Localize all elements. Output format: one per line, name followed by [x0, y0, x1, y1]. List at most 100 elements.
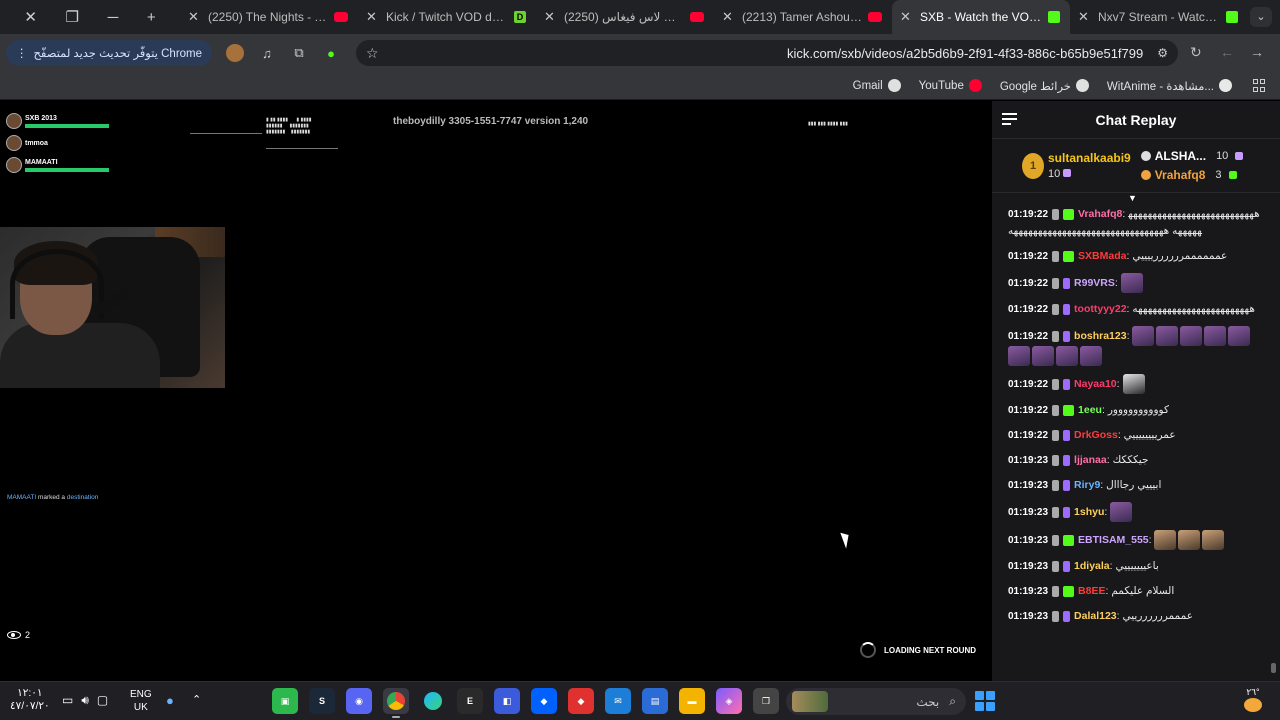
- bookmark-1[interactable]: YouTube: [919, 79, 982, 92]
- extensions-icon[interactable]: ⧉: [290, 44, 308, 62]
- chevron-up-icon[interactable]: ⌃: [192, 693, 201, 706]
- gift-badge-icon: [1063, 534, 1075, 546]
- spectator-count: 2: [7, 630, 30, 640]
- rank-badge-icon: [1140, 151, 1151, 161]
- scroll-arrow-icon[interactable]: ▼: [1128, 193, 1138, 203]
- windows-start-icon[interactable]: [975, 691, 995, 711]
- message-username[interactable]: EBTISAM_555: [1078, 534, 1149, 546]
- copilot-icon[interactable]: ◈: [716, 688, 742, 714]
- mail-icon[interactable]: ✉: [605, 688, 631, 714]
- message-username[interactable]: Riry9: [1074, 479, 1100, 491]
- message-username[interactable]: 1diyala: [1074, 560, 1110, 572]
- message-username[interactable]: Nayaa10: [1074, 378, 1117, 390]
- clock[interactable]: ١٢:٠١ ٤٧/٠٧/٢٠: [10, 687, 50, 713]
- message-username[interactable]: Dalal123: [1074, 610, 1117, 622]
- dropbox-icon[interactable]: ◆: [531, 688, 557, 714]
- steam-icon[interactable]: S: [309, 688, 335, 714]
- collapse-chat-icon[interactable]: [1002, 113, 1017, 125]
- close-window-icon[interactable]: ✕: [24, 8, 37, 26]
- weather-icon: [1244, 698, 1262, 712]
- close-tab-icon[interactable]: ✕: [544, 9, 558, 25]
- app-icon-7[interactable]: ◧: [494, 688, 520, 714]
- gifter-row[interactable]: Vrahafq8 3: [1140, 168, 1244, 182]
- bookmark-3[interactable]: WitAnime - مشاهدة...: [1107, 79, 1232, 93]
- bookmark-star-icon[interactable]: ☆: [366, 45, 379, 62]
- bookmark-label: YouTube: [918, 79, 964, 92]
- chat-scrollbar[interactable]: [1271, 663, 1276, 673]
- tab-4[interactable]: ✕ SXB - Watch the VOD o: [892, 0, 1070, 34]
- message-username[interactable]: Vrahafq8: [1078, 208, 1122, 220]
- bookmark-0[interactable]: Gmail: [853, 79, 901, 92]
- message-username[interactable]: toottyyy22: [1074, 303, 1127, 315]
- microphone-icon[interactable]: ●: [166, 693, 174, 708]
- message-username[interactable]: SXBMada: [1078, 250, 1126, 262]
- pin-badge-icon: [1052, 560, 1060, 572]
- app-icon-1[interactable]: ▣: [272, 688, 298, 714]
- chrome-icon[interactable]: [383, 688, 409, 718]
- address-bar[interactable]: ☆ kick.com/sxb/videos/a2b5d6b9-2f91-4f33…: [356, 40, 1178, 66]
- tab-list: ✕ (2250) The Nights - YouTube ✕ Kick / Twit…: [180, 0, 1248, 34]
- chat-message: 01:19:22 Nayaa10:: [1008, 374, 1262, 394]
- tab-0[interactable]: ✕ (2250) The Nights - YouTube: [180, 0, 358, 34]
- top-gifter[interactable]: 1 sultanalkaabi9 10: [1022, 151, 1131, 180]
- video-player[interactable]: SXB 2013 tmmoa MAMAATI ▮ ▮▮ ▮▮▮▮ ▮ ▮▮▮▮ ▮▮…: [0, 101, 992, 681]
- gifter-row[interactable]: ALSHA... 10: [1140, 149, 1244, 163]
- message-timestamp: 01:19:22: [1008, 277, 1049, 289]
- chrome-update-button[interactable]: ⋮ يتوفّر تحديث جديد لمتصفّح Chrome: [6, 40, 213, 66]
- volume-icon[interactable]: 🔊︎: [81, 693, 89, 708]
- discord-icon[interactable]: ◉: [346, 688, 372, 714]
- chat-message: 01:19:22 SXBMada: عممممممررررررييييي: [1008, 250, 1228, 262]
- media-control-icon[interactable]: ♫: [258, 44, 276, 62]
- tab-1[interactable]: ✕ Kick / Twitch VOD downloader D: [358, 0, 536, 34]
- tab-5[interactable]: ✕ Nxv7 Stream - Watch Live: [1070, 0, 1248, 34]
- message-username[interactable]: B8EE: [1078, 585, 1105, 597]
- bookmark-2[interactable]: Google خرائط: [1000, 79, 1089, 93]
- language-indicator[interactable]: ENG UK: [130, 688, 152, 714]
- site-settings-icon[interactable]: ⚙: [1157, 46, 1168, 60]
- restore-window-icon[interactable]: ❐: [66, 8, 79, 26]
- profile-avatar-icon[interactable]: [226, 44, 245, 62]
- message-username[interactable]: ljjanaa: [1074, 454, 1107, 466]
- new-tab-icon[interactable]: +: [147, 9, 156, 26]
- edge-icon[interactable]: [420, 688, 446, 714]
- forward-icon[interactable]: ←: [1220, 44, 1234, 60]
- close-tab-icon[interactable]: ✕: [722, 9, 736, 25]
- app-icon-9[interactable]: ◆: [568, 688, 594, 714]
- message-timestamp: 01:19:23: [1008, 561, 1049, 572]
- display-icon[interactable]: ▢: [97, 693, 108, 708]
- message-username[interactable]: 1shyu: [1074, 506, 1104, 518]
- system-tray: ▭ 🔊︎ ▢: [62, 693, 108, 708]
- back-icon[interactable]: →: [1250, 44, 1264, 60]
- battery-icon[interactable]: ▭: [62, 693, 73, 708]
- close-tab-icon[interactable]: ✕: [366, 9, 380, 25]
- extension-badge-icon[interactable]: ●: [322, 44, 340, 62]
- file-explorer-icon[interactable]: ▬: [679, 688, 705, 714]
- message-username[interactable]: R99VRS: [1074, 277, 1115, 289]
- message-username[interactable]: 1eeu: [1078, 404, 1102, 416]
- close-tab-icon[interactable]: ✕: [188, 9, 202, 25]
- message-username[interactable]: boshra123: [1074, 330, 1127, 342]
- weather-widget[interactable]: ٢٦°: [1244, 687, 1262, 714]
- url-text[interactable]: kick.com/sxb/videos/a2b5d6b9-2f91-4f33-8…: [379, 46, 1158, 61]
- store-icon[interactable]: ▤: [642, 688, 668, 714]
- reload-icon[interactable]: ↻: [1190, 44, 1202, 61]
- message-text: ابيييي رجااال: [1106, 479, 1162, 491]
- tab-search-button[interactable]: ⌄: [1250, 7, 1272, 27]
- minimize-window-icon[interactable]: ─: [108, 9, 119, 26]
- tab-3[interactable]: ✕ (2213) Tamer Ashour - Hay: [714, 0, 892, 34]
- message-username[interactable]: DrkGoss: [1074, 429, 1118, 441]
- close-tab-icon[interactable]: ✕: [1078, 9, 1092, 25]
- close-tab-icon[interactable]: ✕: [900, 9, 914, 25]
- browser-toolbar: ⋮ يتوفّر تحديث جديد لمتصفّح Chrome ♫ ⧉ ●…: [0, 34, 1280, 72]
- sub-badge-icon: [1063, 610, 1071, 622]
- taskbar-search[interactable]: بحث ⌕: [786, 688, 966, 715]
- bookmark-label: Google خرائط: [999, 80, 1071, 93]
- epic-games-icon[interactable]: E: [457, 688, 483, 714]
- pin-badge-icon: [1052, 378, 1060, 390]
- message-timestamp: 01:19:22: [1008, 405, 1049, 416]
- message-text: باعيييييييي: [1115, 560, 1159, 572]
- task-view-icon[interactable]: ❐: [753, 688, 779, 714]
- tab-2[interactable]: ✕ (2250) شباب باور في لاس فيغاس: [536, 0, 714, 34]
- apps-grid-icon[interactable]: [1253, 79, 1266, 92]
- emote-image: [1132, 326, 1155, 346]
